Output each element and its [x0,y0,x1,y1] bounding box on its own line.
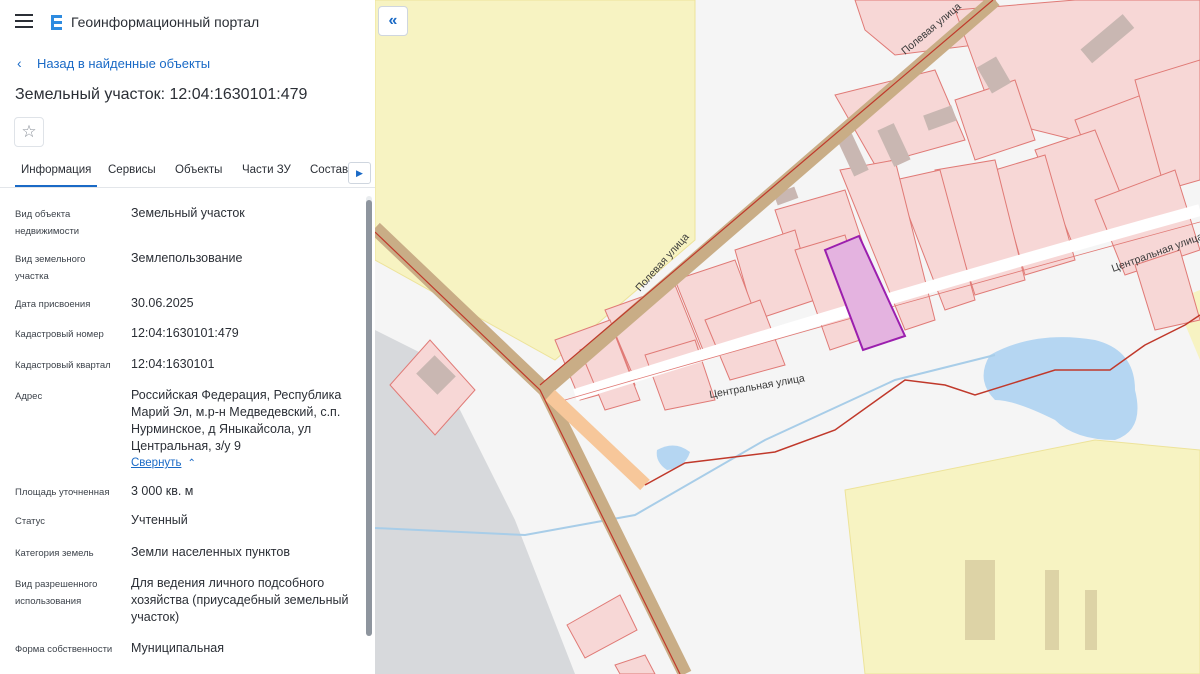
collapse-panel-button[interactable]: « [378,6,408,36]
tab-bar: Информация Сервисы Объекты Части ЗУ Сост… [0,157,375,188]
tab-services[interactable]: Сервисы [108,164,156,176]
back-link-label: Назад в найденные объекты [37,56,211,71]
detail-value: Землепользование [131,251,243,265]
detail-label: Категория земель [15,548,94,559]
detail-value: Земельный участок [131,206,245,220]
tab-information[interactable]: Информация [14,164,98,187]
scrollbar-thumb[interactable] [366,200,372,636]
favorite-button[interactable]: ☆ [14,117,44,147]
hamburger-menu-icon[interactable] [15,13,33,29]
street-label: Центральная улица [708,372,805,401]
portal-title: Геоинформационный портал [71,14,260,30]
detail-value: 3 000 кв. м [131,484,194,498]
tab-objects[interactable]: Объекты [175,164,222,176]
detail-label: Вид объекта недвижимости [15,209,80,237]
star-icon: ☆ [21,122,37,141]
chevron-right-icon: ▶ [356,168,363,178]
tab-composition[interactable]: Состав [310,164,348,176]
portal-logo-icon [48,13,64,31]
cadastral-map[interactable]: Полевая улица Полевая улица Центральная … [375,0,1200,674]
double-chevron-left-icon: « [388,12,398,29]
detail-value: Земли населенных пунктов [131,545,290,559]
detail-value: Муниципальная [131,641,224,655]
building [1085,590,1097,650]
address-value: Российская Федерация, Республика Марий Э… [131,388,342,453]
chevron-left-icon: ‹ [17,55,22,71]
land-parcel [566,594,638,659]
detail-label: Форма собственности [15,644,113,655]
detail-label: Статус [15,516,46,527]
detail-label: Вид земельного участка [15,254,86,282]
detail-label: Кадастровый квартал [15,360,111,371]
details-list: Вид объекта недвижимости Земельный участ… [0,190,362,674]
collapse-address-link[interactable]: Свернуть ⌃ [131,457,196,469]
detail-value: 12:04:1630101 [131,357,215,371]
detail-label: Адрес [15,391,43,402]
object-title: Земельный участок: 12:04:1630101:479 [15,86,308,103]
map-canvas[interactable]: Полевая улица Полевая улица Центральная … [375,0,1200,674]
detail-label: Кадастровый номер [15,329,104,340]
land-zone [844,439,1200,674]
collapse-label: Свернуть [131,457,182,469]
building [1045,570,1059,650]
building [965,560,995,640]
detail-label: Дата присвоения [15,299,91,310]
detail-value: Для ведения личного подсобного хозяйства… [131,576,349,624]
header: Геоинформационный портал [0,0,375,44]
detail-value: 30.06.2025 [131,296,194,310]
pond [983,337,1138,440]
object-info-panel: Геоинформационный портал ‹ Назад в найден… [0,0,376,674]
chevron-up-icon: ⌃ [187,458,196,469]
detail-value: 12:04:1630101:479 [131,326,239,340]
land-parcel [614,654,656,674]
detail-value: Учтенный [131,513,188,527]
detail-label: Вид разрешенного использования [15,579,98,607]
details-scrollbar[interactable] [366,196,372,636]
tab-parts[interactable]: Части ЗУ [242,164,291,176]
back-to-results-link[interactable]: ‹ Назад в найденные объекты [17,55,210,75]
tabs-scroll-right-button[interactable]: ▶ [348,162,371,184]
detail-label: Площадь уточненная [15,487,110,498]
pond [656,445,690,470]
